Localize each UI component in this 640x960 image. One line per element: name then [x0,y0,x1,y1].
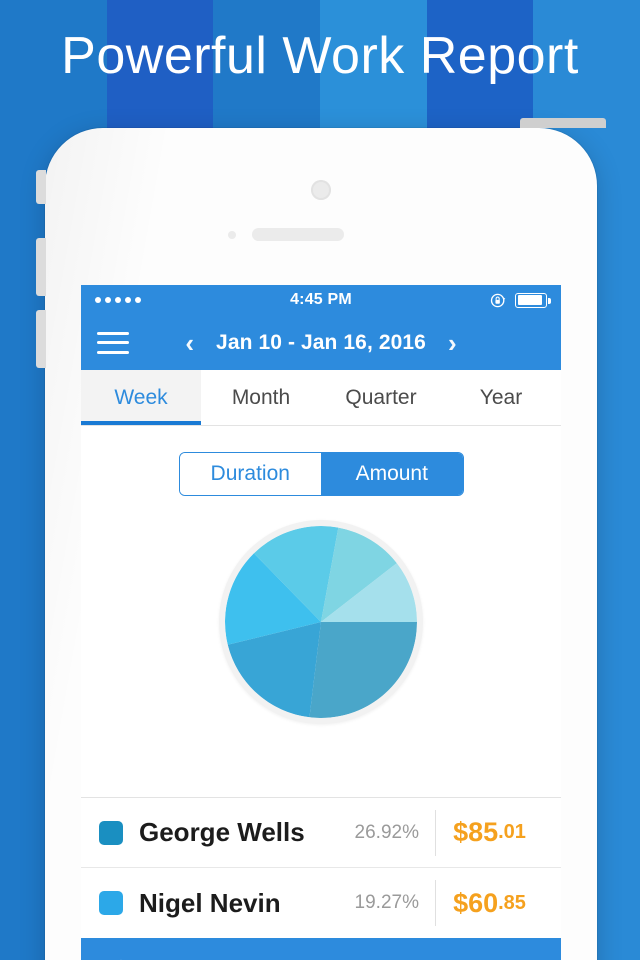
row-amount: $85.01 [435,809,543,856]
speaker-grille [252,228,344,241]
rotation-lock-icon [490,293,506,307]
date-range-label: Jan 10 - Jan 16, 2016 [216,330,426,354]
navigation-bar: ‹ Jan 10 - Jan 16, 2016 › [81,315,561,370]
pie-slice[interactable] [309,622,417,718]
battery-icon [515,292,551,308]
row-percent: 19.27% [354,892,419,913]
previous-period-button[interactable]: ‹ [185,330,194,356]
tab-quarter[interactable]: Quarter [321,370,441,425]
phone-power-button [520,118,606,128]
status-bar-time: 4:45 PM [290,291,352,308]
period-tabs: Week Month Quarter Year [81,370,561,426]
phone-volume-down-button [36,310,46,368]
status-bar-right [490,292,551,309]
hamburger-menu-icon[interactable] [97,331,129,354]
metric-option-amount[interactable]: Amount [321,453,463,495]
status-bar: 4:45 PM [81,285,561,315]
trash-icon[interactable] [503,955,539,960]
metric-toggle: Duration Amount [178,452,464,496]
row-percent: 26.92% [354,821,419,843]
tab-year[interactable]: Year [441,370,561,425]
row-name: George Wells [139,817,305,847]
next-period-button[interactable]: › [448,330,457,356]
tab-month[interactable]: Month [201,370,321,425]
row-amount-cents: .85 [498,891,526,914]
table-row[interactable]: George Wells 26.92% $85.01 [81,798,561,868]
proximity-sensor-icon [228,231,236,239]
phone-volume-up-button [36,238,46,296]
date-navigator: ‹ Jan 10 - Jan 16, 2016 › [81,330,561,356]
metric-option-duration[interactable]: Duration [179,453,321,495]
row-amount: $60.85 [435,880,543,926]
chart-panel: Duration Amount [81,426,561,798]
share-icon[interactable] [103,955,139,960]
row-color-swatch [99,820,123,845]
row-amount-main: $60 [453,887,499,918]
bottom-toolbar: Add Payment [81,938,561,960]
tab-week[interactable]: Week [81,370,201,425]
phone-mute-switch [36,170,46,204]
phone-mockup: 4:45 PM ‹ Jan 10 - Jan 16, 2016 › Week M… [36,118,606,960]
row-name: Nigel Nevin [139,887,281,918]
promo-headline: Powerful Work Report [61,27,579,85]
app-screen: 4:45 PM ‹ Jan 10 - Jan 16, 2016 › Week M… [81,285,561,960]
row-color-swatch [99,891,123,915]
row-amount-cents: .01 [498,821,526,843]
pie-chart-container [219,520,423,724]
row-amount-main: $85 [453,817,499,847]
table-row[interactable]: Nigel Nevin 19.27% $60.85 [81,868,561,938]
camera-icon [311,180,331,200]
pie-chart[interactable] [225,526,417,718]
breakdown-list: George Wells 26.92% $85.01 Nigel Nevin 1… [81,798,561,938]
